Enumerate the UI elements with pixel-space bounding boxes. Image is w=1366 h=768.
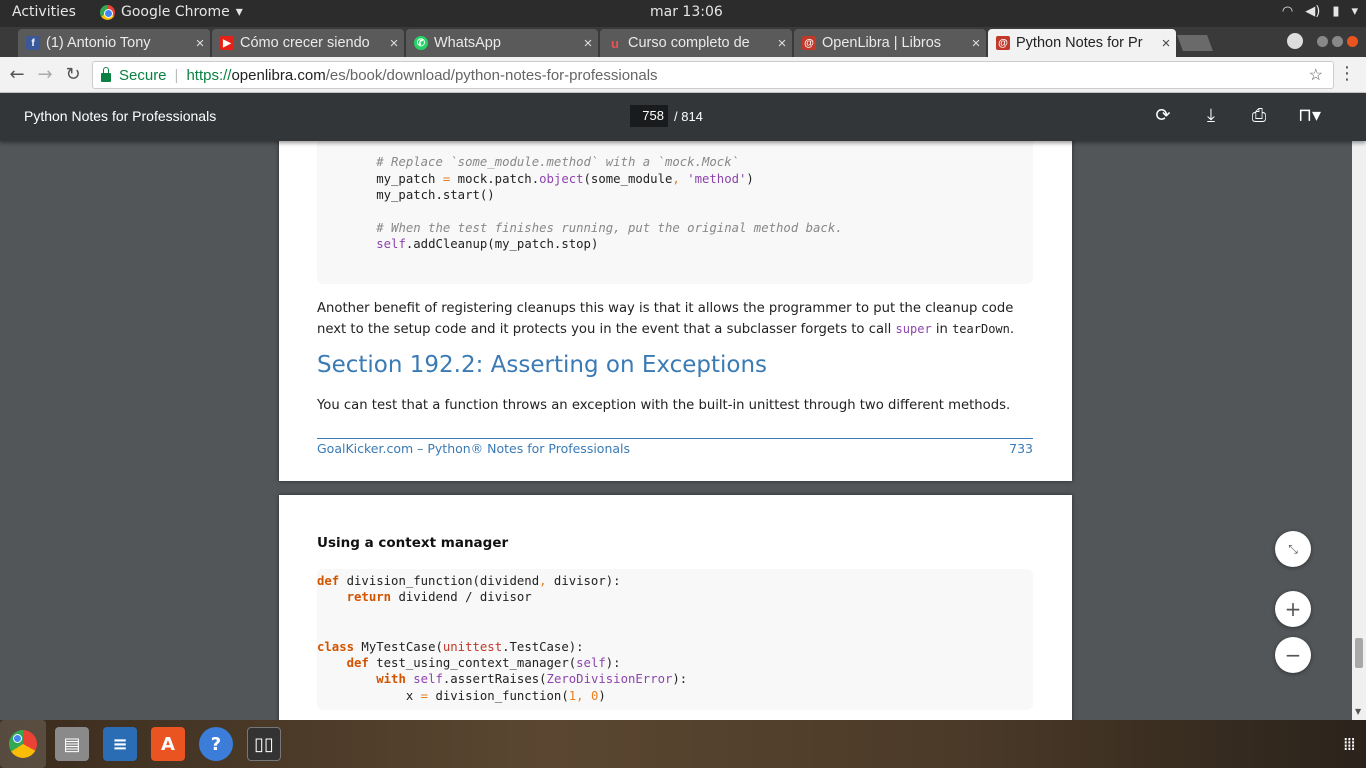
rotate-icon[interactable]: ⟳ <box>1154 105 1172 126</box>
tab-facebook[interactable]: f (1) Antonio Tony × <box>18 29 210 57</box>
volume-icon: ◀) <box>1305 4 1321 19</box>
url-path: /es/book/download/python-notes-for-profe… <box>325 66 658 84</box>
openlibra-icon: @ <box>802 36 816 50</box>
footer-source: GoalKicker.com – Python® Notes for Profe… <box>317 441 631 456</box>
facebook-icon: f <box>26 36 40 50</box>
body-paragraph: Another benefit of registering cleanups … <box>317 301 1015 337</box>
close-icon[interactable]: × <box>578 35 598 52</box>
zoom-out-button[interactable]: − <box>1275 637 1311 673</box>
close-window-icon[interactable] <box>1347 35 1358 47</box>
tab-title: (1) Antonio Tony <box>46 35 151 51</box>
clock[interactable]: mar 13:06 <box>650 4 723 20</box>
tab-python-notes[interactable]: @ Python Notes for Pr × <box>988 29 1176 57</box>
section-heading: Section 192.2: Asserting on Exceptions <box>317 352 768 378</box>
back-icon[interactable]: ← <box>6 64 28 86</box>
terminal-icon[interactable]: ▯▯ <box>247 727 281 761</box>
system-tray[interactable]: ◠ ◀) ▮ ▾ <box>1282 4 1358 19</box>
body-paragraph: You can test that a function throws an e… <box>317 398 1011 413</box>
app-menu[interactable]: Google Chrome ▾ <box>100 4 243 20</box>
close-icon[interactable]: × <box>772 35 792 52</box>
divider: | <box>174 66 179 84</box>
tab-openlibra[interactable]: @ OpenLibra | Libros × <box>794 29 986 57</box>
close-icon[interactable]: × <box>384 35 404 52</box>
chrome-menu-icon[interactable]: ⋮ <box>1338 63 1356 84</box>
software-center-icon[interactable]: A <box>151 727 185 761</box>
writer-icon[interactable]: ≡ <box>103 727 137 761</box>
tab-strip: f (1) Antonio Tony × ▶ Cómo crecer siend… <box>0 27 1366 57</box>
chevron-down-icon: ▾ <box>1351 4 1358 19</box>
whatsapp-icon: ✆ <box>414 36 428 50</box>
chrome-icon <box>9 730 37 758</box>
window-controls <box>1287 33 1358 49</box>
help-icon[interactable]: ? <box>199 727 233 761</box>
chevron-down-icon: ▾ <box>235 4 243 20</box>
dock-chrome[interactable] <box>0 720 46 768</box>
navigation-bar: ← → ↻ Secure | https://openlibra.com/es/… <box>0 57 1366 93</box>
fit-to-page-button[interactable]: ⤡ <box>1275 531 1311 567</box>
zoom-in-button[interactable]: + <box>1275 591 1311 627</box>
system-top-bar: Activities Google Chrome ▾ mar 13:06 ◠ ◀… <box>0 0 1366 27</box>
page-footer: GoalKicker.com – Python® Notes for Profe… <box>317 441 1033 456</box>
page-selector: 758 / 814 <box>630 105 703 127</box>
tab-title: Curso completo de <box>628 35 750 51</box>
url-host: openlibra.com <box>231 66 326 84</box>
page-total: / 814 <box>674 108 703 124</box>
chrome-icon <box>100 4 115 20</box>
wifi-icon: ◠ <box>1281 4 1294 19</box>
tab-youtube[interactable]: ▶ Cómo crecer siendo × <box>212 29 404 57</box>
code-block: def setUp(self): super(SomeOtherTest, se… <box>317 141 1033 284</box>
app-menu-label: Google Chrome <box>121 4 230 20</box>
tab-title: OpenLibra | Libros <box>822 35 942 51</box>
new-tab-button[interactable] <box>1177 35 1213 51</box>
tab-udemy[interactable]: u Curso completo de × <box>600 29 792 57</box>
dock: ▤ ≡ A ? ▯▯ ⁞⁞⁞ <box>0 720 1366 768</box>
address-bar[interactable]: Secure | https://openlibra.com/es/book/d… <box>92 61 1334 89</box>
download-icon[interactable]: ⤓ <box>1202 105 1220 126</box>
openlibra-icon: @ <box>996 36 1010 50</box>
show-applications-icon[interactable]: ⁞⁞⁞ <box>1343 734 1356 755</box>
tab-title: WhatsApp <box>434 35 501 51</box>
close-icon[interactable]: × <box>190 35 210 52</box>
pdf-tools: ⟳ ⤓ ⎙ ⊓▾ <box>1154 105 1321 126</box>
tab-title: Python Notes for Pr <box>1016 35 1143 51</box>
forward-icon[interactable]: → <box>34 64 56 86</box>
youtube-icon: ▶ <box>220 36 234 50</box>
print-icon[interactable]: ⎙ <box>1250 105 1268 126</box>
tab-title: Cómo crecer siendo <box>240 35 370 51</box>
minimize-icon[interactable] <box>1317 35 1328 47</box>
url-scheme: https:// <box>186 66 232 84</box>
pdf-page: def setUp(self): super(SomeOtherTest, se… <box>279 141 1072 481</box>
bookmark-star-icon[interactable]: ☆ <box>1309 65 1323 85</box>
scrollbar-thumb[interactable] <box>1355 638 1363 668</box>
document-title: Python Notes for Professionals <box>24 108 217 124</box>
secure-label: Secure <box>119 66 167 84</box>
footer-page-number: 733 <box>1009 441 1033 456</box>
vertical-scrollbar[interactable]: ▲ ▼ <box>1352 93 1366 720</box>
lock-icon <box>101 66 111 82</box>
close-icon[interactable]: × <box>966 35 986 52</box>
pdf-toolbar: Python Notes for Professionals 758 / 814… <box>0 93 1366 141</box>
pdf-page: Using a context manager def division_fun… <box>279 495 1072 720</box>
footer-rule <box>317 438 1033 439</box>
account-icon[interactable] <box>1287 33 1303 49</box>
udemy-icon: u <box>611 35 619 51</box>
bookmark-icon[interactable]: ⊓▾ <box>1298 105 1321 126</box>
battery-icon: ▮ <box>1332 4 1340 19</box>
maximize-icon[interactable] <box>1332 35 1343 47</box>
activities-button[interactable]: Activities <box>12 4 76 20</box>
subheading: Using a context manager <box>317 535 509 551</box>
tab-whatsapp[interactable]: ✆ WhatsApp × <box>406 29 598 57</box>
pdf-viewer[interactable]: def setUp(self): super(SomeOtherTest, se… <box>0 141 1352 720</box>
close-icon[interactable]: × <box>1156 35 1176 52</box>
page-number-input[interactable]: 758 <box>630 105 668 127</box>
scroll-down-icon[interactable]: ▼ <box>1355 707 1361 716</box>
code-block: def division_function(dividend, divisor)… <box>317 569 1033 710</box>
reload-icon[interactable]: ↻ <box>62 64 84 86</box>
files-icon[interactable]: ▤ <box>55 727 89 761</box>
